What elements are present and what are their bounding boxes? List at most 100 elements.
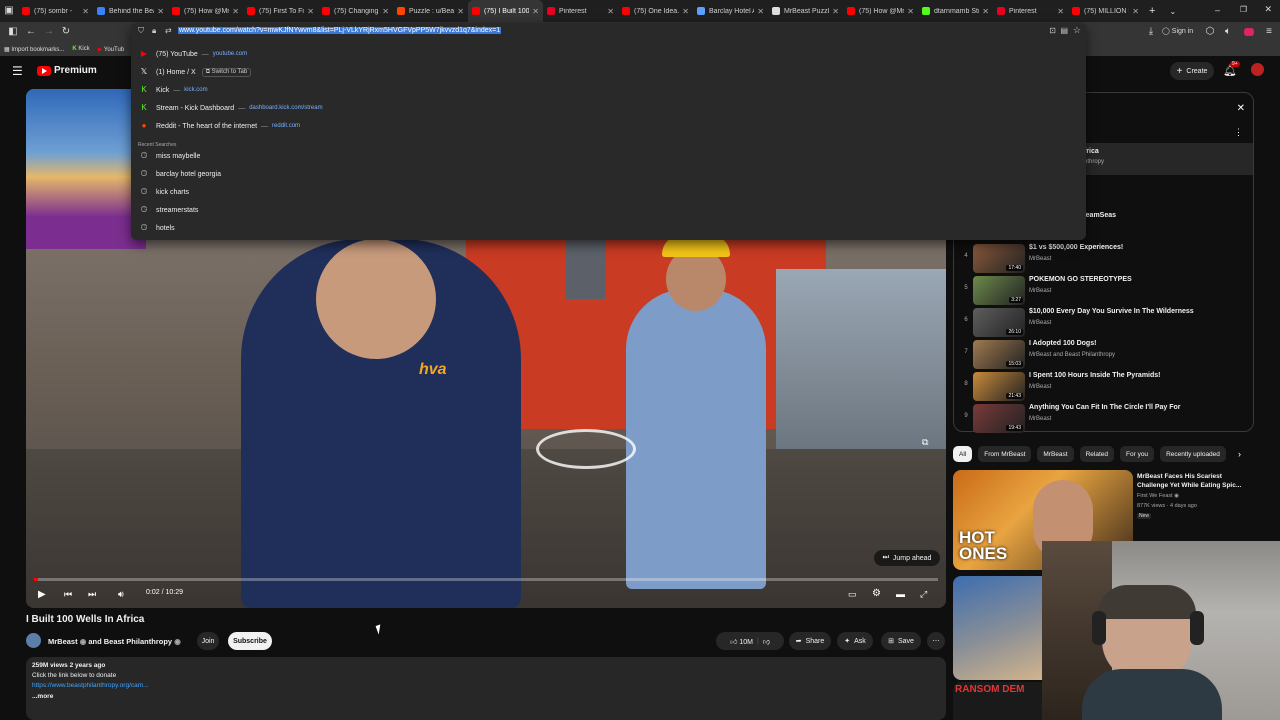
youtube-logo[interactable]: Premium bbox=[37, 65, 97, 76]
browser-tab[interactable]: (75) How @MrBe✕ bbox=[843, 0, 918, 22]
close-tab-icon[interactable]: ✕ bbox=[532, 7, 539, 16]
sign-in-button[interactable]: ◯ Sign in bbox=[1162, 27, 1193, 35]
back-icon[interactable]: ← bbox=[24, 25, 38, 39]
browser-tab[interactable]: Barclay Hotel Atl✕ bbox=[693, 0, 768, 22]
sidebar-icon[interactable]: ◧ bbox=[6, 25, 20, 39]
browser-tab[interactable]: (75) How @MrBe✕ bbox=[168, 0, 243, 22]
recommended-title-1[interactable]: MrBeast Faces His Scariest Challenge Yet… bbox=[1137, 472, 1242, 490]
browser-tab[interactable]: (75) sombr - ✕ bbox=[18, 0, 93, 22]
previous-icon[interactable]: ⏮︎ bbox=[64, 589, 72, 600]
recent-search-item[interactable]: 🕓︎ streamerstats bbox=[139, 202, 199, 218]
chip-from-mrbeast[interactable]: From MrBeast bbox=[978, 446, 1032, 462]
description-box[interactable]: 259M views 2 years ago Click the link be… bbox=[26, 657, 946, 720]
reader-view-icon[interactable]: ▤ bbox=[1060, 26, 1068, 35]
chips-next-icon[interactable]: › bbox=[1238, 449, 1241, 459]
create-button[interactable]: + Create bbox=[1170, 62, 1214, 80]
hamburger-menu-icon[interactable]: ☰ bbox=[12, 64, 23, 78]
close-tab-icon[interactable]: ✕ bbox=[682, 7, 689, 16]
chip-recently-uploaded[interactable]: Recently uploaded bbox=[1160, 446, 1226, 462]
chip-for-you[interactable]: For you bbox=[1120, 446, 1155, 462]
bookmark-kick[interactable]: K Kick bbox=[72, 46, 89, 52]
extensions-icon[interactable]: ⬡ bbox=[1203, 25, 1217, 39]
browser-tab[interactable]: (75) First To Find✕ bbox=[243, 0, 318, 22]
page-action-icon[interactable]: ⊡ bbox=[1049, 26, 1056, 35]
settings-gear-icon[interactable]: ⚙ bbox=[872, 588, 881, 599]
ask-button[interactable]: ✦ Ask bbox=[837, 632, 873, 650]
close-tab-icon[interactable]: ✕ bbox=[82, 7, 89, 16]
bookmark-youtube[interactable]: ▶ YouTub bbox=[98, 46, 124, 53]
subscribe-button[interactable]: Subscribe bbox=[228, 632, 272, 650]
close-tab-icon[interactable]: ✕ bbox=[907, 7, 914, 16]
browser-tab[interactable]: (75) I Built 100 W✕ bbox=[468, 0, 543, 22]
browser-tab[interactable]: (75) Changing th✕ bbox=[318, 0, 393, 22]
progress-bar[interactable] bbox=[34, 578, 938, 581]
next-icon[interactable]: ⏭︎ bbox=[88, 589, 96, 600]
browser-tab[interactable]: Pinterest ✕ bbox=[993, 0, 1068, 22]
omnibox-suggestion[interactable]: ● Reddit - The heart of the internet — redd… bbox=[139, 118, 300, 134]
forward-icon[interactable]: → bbox=[42, 25, 56, 39]
recommended-thumbnail-3[interactable]: RANSOM DEM bbox=[953, 682, 1043, 720]
save-button[interactable]: ⊞ Save bbox=[881, 632, 921, 650]
browser-tab[interactable]: MrBeast Puzzle C✕ bbox=[768, 0, 843, 22]
browser-tab[interactable]: Behind the Beast✕ bbox=[93, 0, 168, 22]
recent-search-item[interactable]: 🕓︎ kick charts bbox=[139, 184, 189, 200]
omnibox-suggestion[interactable]: K Stream - Kick Dashboard — dashboard.kick.… bbox=[139, 100, 322, 116]
recent-search-item[interactable]: 🕓︎ miss maybelle bbox=[139, 148, 201, 164]
chip-mrbeast[interactable]: MrBeast bbox=[1037, 446, 1074, 462]
close-tab-icon[interactable]: ✕ bbox=[832, 7, 839, 16]
chip-all[interactable]: All bbox=[953, 446, 973, 462]
close-window-icon[interactable]: ✕ bbox=[1264, 4, 1272, 15]
shield-icon[interactable]: ⛉ bbox=[138, 26, 144, 36]
like-button[interactable]: 👍︎ 10M bbox=[730, 637, 753, 646]
close-tab-icon[interactable]: ✕ bbox=[1057, 7, 1064, 16]
tab-actions-icon[interactable]: ▣ bbox=[0, 4, 18, 18]
restore-icon[interactable]: ❐ bbox=[1240, 5, 1247, 14]
volume-icon[interactable]: 🔈︎ bbox=[1221, 25, 1235, 39]
url-text[interactable]: www.youtube.com/watch?v=mwKJfNYwvm8&list… bbox=[178, 27, 502, 34]
close-tab-icon[interactable]: ✕ bbox=[157, 7, 164, 16]
fullscreen-icon[interactable]: ⤢ bbox=[920, 589, 927, 600]
close-tab-icon[interactable]: ✕ bbox=[607, 7, 614, 16]
captions-icon[interactable]: ▭ bbox=[848, 589, 857, 600]
close-tab-icon[interactable]: ✕ bbox=[1132, 7, 1139, 16]
playlist-item[interactable]: 9 19:43 Anything You Can Fit In The Circle… bbox=[962, 403, 1252, 433]
close-tab-icon[interactable]: ✕ bbox=[757, 7, 764, 16]
minimize-icon[interactable]: – bbox=[1215, 5, 1220, 15]
switch-to-tab-button[interactable]: ⧉ Switch to Tab bbox=[201, 67, 252, 77]
join-button[interactable]: Join bbox=[197, 632, 219, 650]
channel-avatar[interactable] bbox=[26, 633, 41, 648]
more-actions-icon[interactable]: ⋯ bbox=[927, 632, 945, 650]
recommended-thumbnail-2[interactable] bbox=[953, 576, 1043, 680]
channel-name[interactable]: MrBeast bbox=[48, 637, 78, 646]
close-tab-icon[interactable]: ✕ bbox=[382, 7, 389, 16]
ambient-mode-icon[interactable]: ⧉ bbox=[922, 437, 928, 448]
tab-list-chevron-icon[interactable]: ⌄ bbox=[1169, 7, 1176, 16]
browser-tab[interactable]: Puzzle : u/BeastP✕ bbox=[393, 0, 468, 22]
reload-icon[interactable]: ↻ bbox=[59, 25, 73, 39]
playlist-item[interactable]: 4 17:40 $1 vs $500,000 Experiences! MrBeast bbox=[962, 243, 1252, 273]
close-tab-icon[interactable]: ✕ bbox=[232, 7, 239, 16]
jump-ahead-button[interactable]: ⏭︎ Jump ahead bbox=[874, 550, 940, 566]
show-more-link[interactable]: ...more bbox=[32, 693, 53, 700]
browser-tab[interactable]: (75) MILLION DO✕ bbox=[1068, 0, 1143, 22]
playlist-menu-icon[interactable]: ⋮ bbox=[1234, 127, 1243, 138]
playlist-item[interactable]: 6 26:10 $10,000 Every Day You Survive In T… bbox=[962, 307, 1252, 337]
avatar[interactable] bbox=[1251, 63, 1264, 76]
omnibox-suggestion[interactable]: 𝕏 (1) Home / X ⧉ Switch to Tab bbox=[139, 64, 252, 80]
omnibox-suggestion[interactable]: K Kick — kick.com bbox=[139, 82, 207, 98]
playlist-item[interactable]: 7 15:03 I Adopted 100 Dogs! MrBeast and Bea… bbox=[962, 339, 1252, 369]
browser-tab[interactable]: (75) One Idea. 27✕ bbox=[618, 0, 693, 22]
address-bar[interactable]: ⛉ 🔒︎ ⇄ www.youtube.com/watch?v=mwKJfNYwv… bbox=[131, 23, 1086, 41]
theater-mode-icon[interactable]: ▬ bbox=[896, 589, 905, 599]
channel-names[interactable]: MrBeast ◉ and Beast Philanthropy ◉ bbox=[48, 637, 181, 646]
donate-link[interactable]: https://www.beastphilanthropy.org/cam... bbox=[32, 682, 149, 689]
downloads-icon[interactable]: ⤓ bbox=[1144, 25, 1158, 39]
playlist-item[interactable]: 5 3:27 POKEMON GO STEREOTYPES MrBeast bbox=[962, 275, 1252, 305]
menu-icon[interactable]: ≡ bbox=[1262, 25, 1276, 39]
recent-search-item[interactable]: 🕓︎ hotels bbox=[139, 220, 175, 236]
browser-tab[interactable]: Pinterest ✕ bbox=[543, 0, 618, 22]
close-playlist-icon[interactable]: ✕ bbox=[1237, 103, 1245, 114]
bookmark-star-icon[interactable]: ☆ bbox=[1073, 25, 1081, 36]
channel-collab[interactable]: and Beast Philanthropy bbox=[88, 637, 172, 646]
extension-badge-icon[interactable] bbox=[1244, 28, 1254, 36]
